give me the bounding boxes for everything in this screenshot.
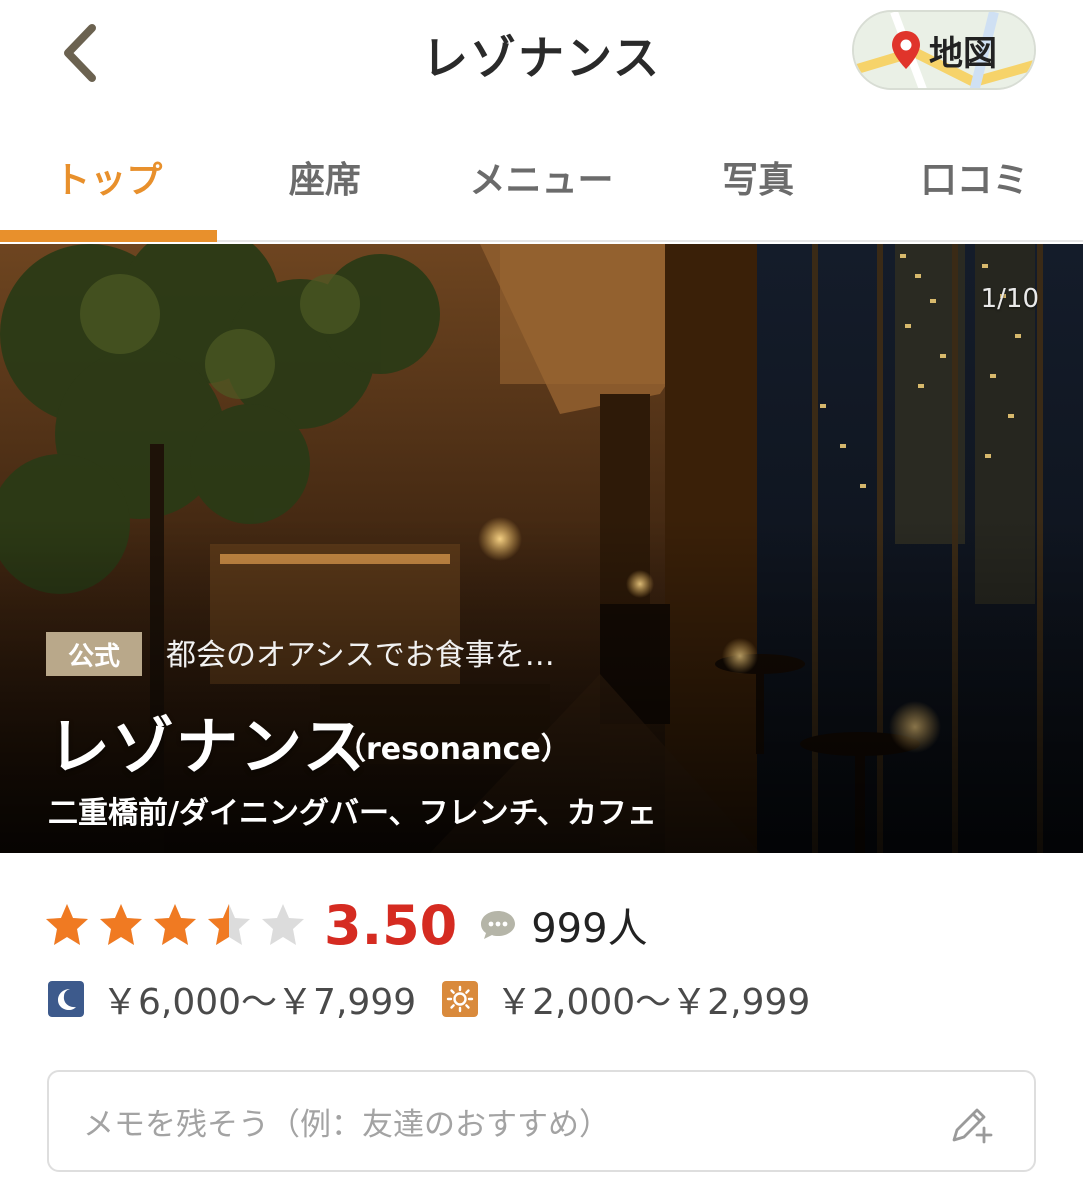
restaurant-name: レゾナンス bbox=[48, 710, 367, 783]
map-label: 地図 bbox=[929, 33, 997, 74]
rating-row[interactable]: 3.50 999人 bbox=[44, 890, 648, 960]
price-row: ￥6,000～￥7,999 ￥2,000～￥2,999 bbox=[48, 975, 810, 1023]
lunch-price: ￥2,000～￥2,999 bbox=[496, 982, 811, 1023]
restaurant-name-romaji: （resonance） bbox=[336, 732, 571, 767]
star-icon bbox=[100, 904, 142, 945]
tagline: 都会のオアシスでお食事を… bbox=[166, 638, 555, 673]
header: レゾナンス 地図 bbox=[0, 0, 1083, 110]
pencil-plus-icon[interactable] bbox=[948, 1100, 994, 1146]
photo-counter: 1/10 bbox=[980, 284, 1039, 314]
map-pin-icon bbox=[892, 31, 920, 69]
rating-score: 3.50 bbox=[324, 893, 458, 957]
sun-icon bbox=[442, 981, 479, 1017]
hero-photo-carousel[interactable]: 1/10 公式 都会のオアシスでお食事を… レゾナンス （resonance） … bbox=[0, 244, 1083, 853]
tab-photos[interactable]: 写真 bbox=[650, 120, 867, 240]
star-icon bbox=[262, 904, 304, 945]
tab-top[interactable]: トップ bbox=[0, 120, 217, 242]
official-badge: 公式 bbox=[46, 632, 142, 676]
tab-reviews[interactable]: 口コミ bbox=[866, 120, 1083, 240]
speech-bubble-icon bbox=[481, 911, 516, 939]
map-button[interactable]: 地図 bbox=[852, 10, 1036, 90]
tab-menu[interactable]: メニュー bbox=[433, 120, 650, 240]
memo-placeholder: メモを残そう（例：友達のおすすめ） bbox=[83, 1106, 610, 1143]
memo-field[interactable]: メモを残そう（例：友達のおすすめ） bbox=[47, 1070, 1036, 1172]
tab-bar: トップ 座席 メニュー 写真 口コミ bbox=[0, 120, 1083, 242]
moon-icon bbox=[48, 981, 84, 1017]
tab-seats[interactable]: 座席 bbox=[217, 120, 434, 240]
review-count: 999人 bbox=[531, 906, 648, 952]
star-rating bbox=[44, 902, 306, 948]
star-icon bbox=[208, 904, 250, 945]
star-icon bbox=[46, 904, 88, 945]
star-icon bbox=[154, 904, 196, 945]
area-category: 二重橋前/ダイニングバー、フレンチ、カフェ bbox=[48, 796, 657, 831]
dinner-price: ￥6,000～￥7,999 bbox=[102, 982, 417, 1023]
